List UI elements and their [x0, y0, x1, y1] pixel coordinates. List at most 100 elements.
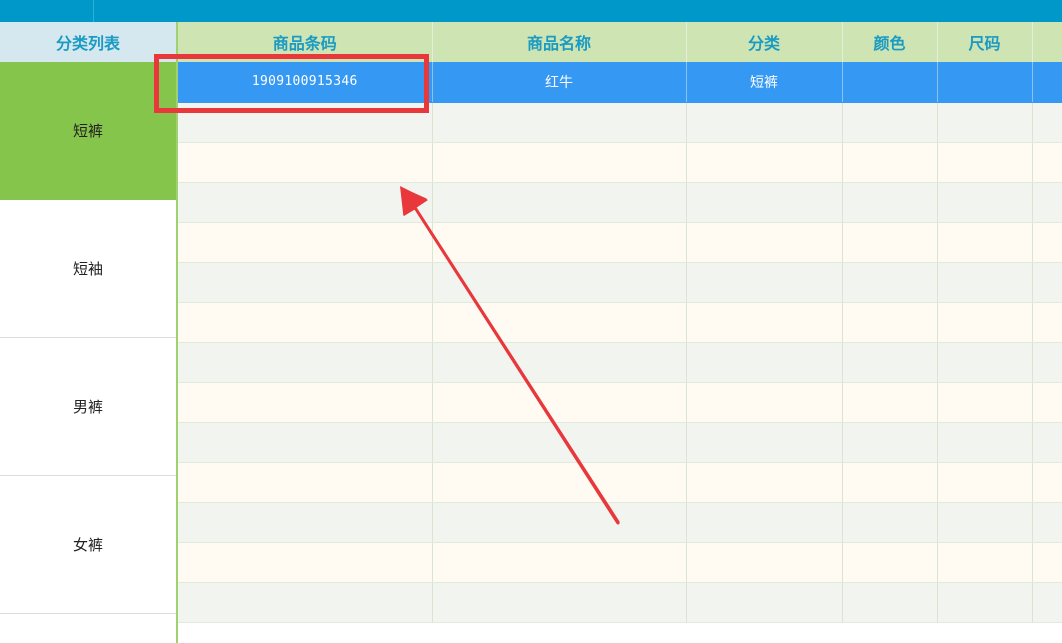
- table-cell-empty[interactable]: [1032, 502, 1062, 543]
- table-cell-empty[interactable]: [1032, 142, 1062, 183]
- table-cell-empty[interactable]: [686, 262, 843, 303]
- table-cell-empty[interactable]: [937, 582, 1033, 623]
- table-cell-empty[interactable]: [178, 302, 433, 343]
- table-cell-empty[interactable]: [686, 222, 843, 263]
- table-cell-empty[interactable]: [432, 142, 687, 183]
- column-header-size[interactable]: 尺码: [937, 22, 1033, 62]
- table-cell-empty[interactable]: [1032, 182, 1062, 223]
- table-cell-empty[interactable]: [432, 342, 687, 383]
- table-cell-empty[interactable]: [842, 542, 938, 583]
- table-cell-empty[interactable]: [686, 582, 843, 623]
- table-cell-empty[interactable]: [1032, 302, 1062, 343]
- table-cell-empty[interactable]: [1032, 262, 1062, 303]
- table-cell-empty[interactable]: [686, 502, 843, 543]
- table-cell-empty[interactable]: [432, 302, 687, 343]
- table-cell-empty[interactable]: [937, 382, 1033, 423]
- cell-barcode[interactable]: 1909100915346: [178, 62, 433, 103]
- table-cell-empty[interactable]: [432, 502, 687, 543]
- table-cell-empty[interactable]: [686, 102, 843, 143]
- table-cell-empty[interactable]: [1032, 582, 1062, 623]
- table-cell-empty[interactable]: [432, 382, 687, 423]
- column-header-partial[interactable]: 进: [1032, 22, 1062, 62]
- table-cell-empty[interactable]: [178, 342, 433, 383]
- table-cell-empty[interactable]: [842, 462, 938, 503]
- table-row-empty[interactable]: [178, 222, 1062, 263]
- table-cell-empty[interactable]: [432, 422, 687, 463]
- table-cell-empty[interactable]: [842, 502, 938, 543]
- table-row-empty[interactable]: [178, 262, 1062, 303]
- table-cell-empty[interactable]: [178, 462, 433, 503]
- table-cell-empty[interactable]: [1032, 542, 1062, 583]
- table-row-empty[interactable]: [178, 502, 1062, 543]
- table-cell-empty[interactable]: [937, 222, 1033, 263]
- table-cell-empty[interactable]: [686, 462, 843, 503]
- table-cell-empty[interactable]: [178, 102, 433, 143]
- table-row-empty[interactable]: [178, 182, 1062, 223]
- table-cell-empty[interactable]: [842, 382, 938, 423]
- cell-extra[interactable]: [1032, 62, 1062, 103]
- table-cell-empty[interactable]: [937, 302, 1033, 343]
- table-cell-empty[interactable]: [178, 142, 433, 183]
- table-cell-empty[interactable]: [937, 542, 1033, 583]
- table-cell-empty[interactable]: [432, 102, 687, 143]
- table-cell-empty[interactable]: [1032, 422, 1062, 463]
- table-cell-empty[interactable]: [1032, 382, 1062, 423]
- table-cell-empty[interactable]: [842, 342, 938, 383]
- table-cell-empty[interactable]: [1032, 462, 1062, 503]
- cell-name[interactable]: 红牛: [432, 62, 687, 103]
- category-item-womens-pants[interactable]: 女裤: [0, 476, 176, 614]
- table-row-empty[interactable]: [178, 422, 1062, 463]
- table-cell-empty[interactable]: [937, 182, 1033, 223]
- table-cell-empty[interactable]: [686, 302, 843, 343]
- table-cell-empty[interactable]: [842, 222, 938, 263]
- table-row-selected[interactable]: 1909100915346 红牛 短裤: [178, 62, 1062, 103]
- table-row-empty[interactable]: [178, 462, 1062, 503]
- column-header-color[interactable]: 颜色: [842, 22, 938, 62]
- table-cell-empty[interactable]: [178, 182, 433, 223]
- table-cell-empty[interactable]: [432, 262, 687, 303]
- table-cell-empty[interactable]: [178, 422, 433, 463]
- column-header-name[interactable]: 商品名称: [432, 22, 687, 62]
- table-cell-empty[interactable]: [937, 342, 1033, 383]
- cell-category[interactable]: 短裤: [686, 62, 843, 103]
- table-cell-empty[interactable]: [937, 142, 1033, 183]
- table-row-empty[interactable]: [178, 342, 1062, 383]
- table-row-empty[interactable]: [178, 142, 1062, 183]
- table-row-empty[interactable]: [178, 582, 1062, 623]
- table-cell-empty[interactable]: [432, 222, 687, 263]
- table-cell-empty[interactable]: [178, 582, 433, 623]
- table-row-empty[interactable]: [178, 382, 1062, 423]
- category-item-short-sleeve[interactable]: 短袖: [0, 200, 176, 338]
- cell-color[interactable]: [842, 62, 938, 103]
- table-cell-empty[interactable]: [937, 462, 1033, 503]
- table-cell-empty[interactable]: [686, 382, 843, 423]
- table-cell-empty[interactable]: [432, 542, 687, 583]
- table-cell-empty[interactable]: [432, 182, 687, 223]
- table-cell-empty[interactable]: [686, 542, 843, 583]
- table-cell-empty[interactable]: [842, 262, 938, 303]
- table-cell-empty[interactable]: [178, 542, 433, 583]
- table-cell-empty[interactable]: [1032, 342, 1062, 383]
- table-cell-empty[interactable]: [1032, 222, 1062, 263]
- table-cell-empty[interactable]: [842, 182, 938, 223]
- table-cell-empty[interactable]: [842, 302, 938, 343]
- table-cell-empty[interactable]: [937, 102, 1033, 143]
- table-row-empty[interactable]: [178, 302, 1062, 343]
- table-cell-empty[interactable]: [1032, 102, 1062, 143]
- table-cell-empty[interactable]: [842, 142, 938, 183]
- cell-size[interactable]: [937, 62, 1033, 103]
- table-cell-empty[interactable]: [842, 102, 938, 143]
- table-cell-empty[interactable]: [937, 422, 1033, 463]
- table-cell-empty[interactable]: [937, 262, 1033, 303]
- table-cell-empty[interactable]: [937, 502, 1033, 543]
- category-item-mens-pants[interactable]: 男裤: [0, 338, 176, 476]
- table-cell-empty[interactable]: [686, 142, 843, 183]
- table-cell-empty[interactable]: [178, 222, 433, 263]
- table-row-empty[interactable]: [178, 102, 1062, 143]
- table-cell-empty[interactable]: [686, 182, 843, 223]
- column-header-category[interactable]: 分类: [686, 22, 843, 62]
- table-cell-empty[interactable]: [178, 262, 433, 303]
- table-row-empty[interactable]: [178, 542, 1062, 583]
- column-header-barcode[interactable]: 商品条码: [178, 22, 433, 62]
- table-cell-empty[interactable]: [842, 582, 938, 623]
